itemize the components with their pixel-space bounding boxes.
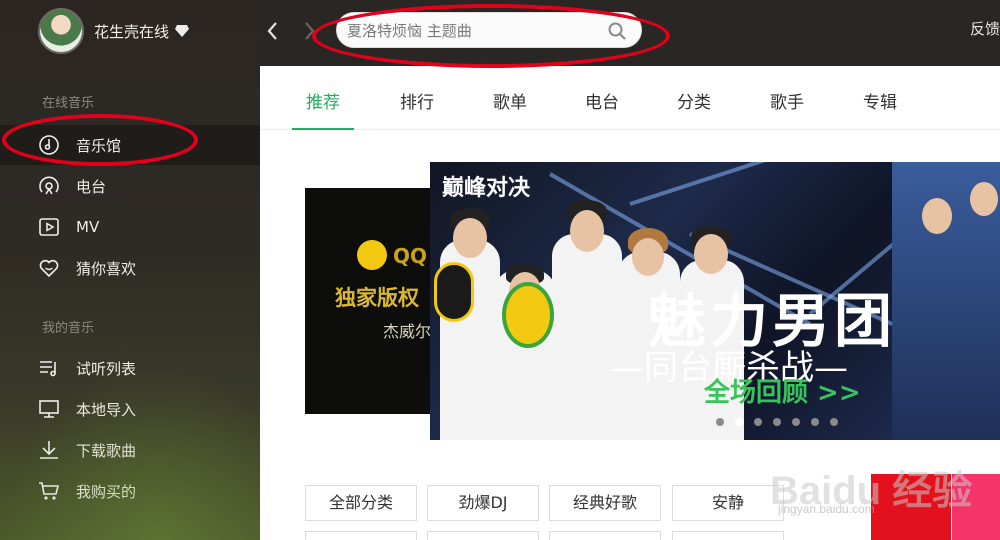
sidebar-item-downloads[interactable]: 下载歌曲 <box>0 430 260 470</box>
sidebar-item-mv[interactable]: MV <box>0 207 260 247</box>
category-button-row2[interactable] <box>672 531 784 540</box>
diamond-icon <box>175 25 190 37</box>
sidebar-item-radio[interactable]: 电台 <box>0 166 260 206</box>
banner-person <box>552 234 622 440</box>
sidebar-item-playlist[interactable]: 试听列表 <box>0 348 260 388</box>
tab-singers[interactable]: 歌手 <box>756 88 818 130</box>
section-title-online-music: 在线音乐 <box>42 96 95 111</box>
sidebar-item-label: 猜你喜欢 <box>76 259 137 278</box>
playlist-icon <box>38 357 60 379</box>
sidebar-item-purchased[interactable]: 我购买的 <box>0 471 260 511</box>
tab-playlists[interactable]: 歌单 <box>479 88 541 130</box>
user-profile[interactable]: 花生壳在线 <box>38 8 190 54</box>
sidebar-item-label: 试听列表 <box>76 359 137 378</box>
category-quiet-button[interactable]: 安静 <box>672 485 784 521</box>
username[interactable]: 花生壳在线 <box>94 21 169 42</box>
avatar[interactable] <box>38 8 84 54</box>
banner-logo: 巅峰对决 <box>442 176 531 201</box>
monitor-icon <box>38 398 60 420</box>
feedback-link[interactable]: 反馈 <box>970 18 1000 39</box>
tab-categories[interactable]: 分类 <box>663 88 725 130</box>
sidebar: 花生壳在线 在线音乐 音乐馆 电台 MV 猜你喜欢 我的音乐 试听列表 本地导入… <box>0 0 260 540</box>
category-all-button[interactable]: 全部分类 <box>305 485 417 521</box>
baidu-watermark-url: jingyan.baidu.com <box>778 502 875 516</box>
qq-music-logo-icon <box>357 240 387 270</box>
sidebar-item-label: 音乐馆 <box>76 136 122 155</box>
carousel-dot[interactable] <box>773 418 781 426</box>
carousel-dot[interactable] <box>792 418 800 426</box>
carousel-dot-active[interactable] <box>735 418 743 426</box>
main-panel: 推荐 排行 歌单 电台 分类 歌手 专辑 QQ 独家版权 杰威尔 巅峰对决 魅力… <box>260 66 1000 540</box>
tab-bar: 推荐 排行 歌单 电台 分类 歌手 专辑 <box>260 66 1000 130</box>
sidebar-item-label: 本地导入 <box>76 400 137 419</box>
section-title-my-music: 我的音乐 <box>42 321 95 336</box>
cart-icon <box>38 480 60 502</box>
carousel-dot[interactable] <box>811 418 819 426</box>
chevron-left-icon[interactable] <box>264 18 280 44</box>
chevron-right-icon[interactable] <box>302 18 318 44</box>
sidebar-item-label: 下载歌曲 <box>76 441 137 460</box>
search-box[interactable] <box>336 12 642 48</box>
category-classic-button[interactable]: 经典好歌 <box>549 485 661 521</box>
download-icon <box>38 439 60 461</box>
tab-radio[interactable]: 电台 <box>571 88 633 130</box>
banner-cta-link[interactable]: 全场回顾 >> <box>704 372 861 409</box>
video-icon <box>38 216 60 238</box>
carousel-dot[interactable] <box>830 418 838 426</box>
radio-icon <box>38 175 60 197</box>
search-input[interactable] <box>347 19 607 43</box>
sidebar-item-guess-you-like[interactable]: 猜你喜欢 <box>0 248 260 288</box>
penguin-mascot <box>434 262 474 322</box>
sidebar-item-music-hall[interactable]: 音乐馆 <box>0 125 260 165</box>
carousel-dot[interactable] <box>716 418 724 426</box>
carousel-dot[interactable] <box>754 418 762 426</box>
banner-brand: QQ <box>393 244 428 268</box>
category-button-row2[interactable] <box>305 531 417 540</box>
banner-card-title: 独家版权 <box>335 286 419 310</box>
sidebar-item-local-import[interactable]: 本地导入 <box>0 389 260 429</box>
category-button-row2[interactable] <box>549 531 661 540</box>
heart-icon <box>38 257 60 279</box>
category-button-row2[interactable] <box>427 531 539 540</box>
carousel-dots <box>716 418 849 426</box>
sidebar-item-label: 我购买的 <box>76 482 137 501</box>
tab-ranking[interactable]: 排行 <box>386 88 448 130</box>
banner-card-previous[interactable]: QQ 独家版权 杰威尔 <box>305 188 445 414</box>
tab-albums[interactable]: 专辑 <box>849 88 911 130</box>
sidebar-item-label: MV <box>76 218 100 236</box>
category-dj-button[interactable]: 劲爆DJ <box>427 485 539 521</box>
search-icon[interactable] <box>607 21 627 41</box>
tab-recommend[interactable]: 推荐 <box>292 88 354 130</box>
banner-card-subtitle: 杰威尔 <box>383 322 432 341</box>
green-note-mascot <box>502 282 554 348</box>
featured-banner[interactable]: 巅峰对决 魅力男团 —同台厮杀战— 全场回顾 >> <box>430 162 1000 440</box>
sidebar-item-label: 电台 <box>76 177 107 196</box>
music-note-icon <box>38 134 60 156</box>
